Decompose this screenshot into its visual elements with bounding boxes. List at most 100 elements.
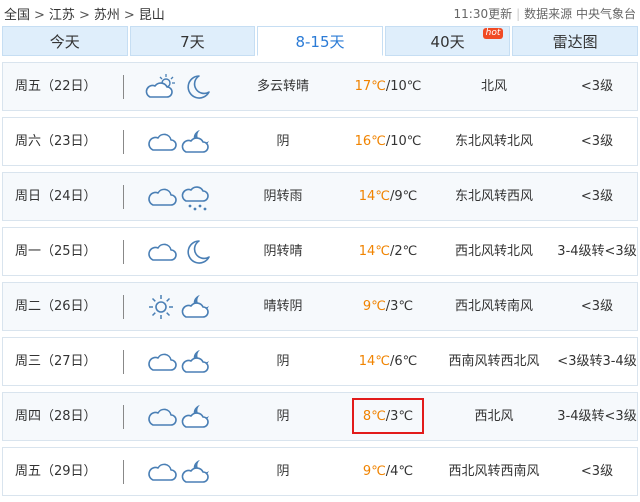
sun-icon [149, 295, 173, 319]
forecast-date: 周四（28日） [15, 409, 97, 424]
tab-40-days[interactable]: 40天 hot [384, 26, 511, 56]
row-divider [123, 460, 124, 484]
breadcrumb-separator: > [123, 8, 135, 23]
weather-icons [145, 238, 215, 266]
row-divider [123, 130, 124, 154]
row-divider [123, 350, 124, 374]
high-temp: 17℃ [354, 79, 386, 94]
wind-level: <3级 [580, 464, 614, 479]
wind-level: <3级 [580, 79, 614, 94]
forecast-row: 周二（26日） 晴转阴 9℃/3℃ 西北风转南风 <3级 [2, 282, 638, 331]
forecast-row: 周六（23日） 阴 16℃/10℃ 东北风转北风 <3级 [2, 117, 638, 166]
cloud-icon [148, 243, 177, 261]
top-bar: 全国 > 江苏 > 苏州 > 昆山 11:30更新 | 数据来源 中央气象台 [0, 0, 640, 26]
low-temp: /3℃ [385, 299, 414, 314]
weather-description: 阴 [276, 134, 290, 149]
forecast-date: 周五（29日） [15, 464, 97, 479]
cloud-icon [148, 463, 177, 481]
row-divider [123, 185, 124, 209]
breadcrumb-item-current: 昆山 [138, 8, 165, 23]
forecast-row: 周四（28日）阴 8℃/3℃ 西北风 3-4级转<3级 [2, 392, 638, 441]
weather-icons [145, 128, 215, 156]
moon-icon [187, 75, 210, 99]
weather-description: 阴 [276, 409, 290, 424]
wind-direction: 北风 [480, 79, 507, 94]
cloud-icon [148, 353, 177, 371]
forecast-row: 周一（25日） 阴转晴 14℃/2℃ 西北风转北风 3-4级转<3级 [2, 227, 638, 276]
row-divider [123, 295, 124, 319]
tab-label: 雷达图 [552, 33, 598, 51]
breadcrumb: 全国 > 江苏 > 苏州 > 昆山 [4, 4, 165, 23]
temperature: 17℃/10℃ [343, 63, 433, 110]
temperature: 9℃/4℃ [343, 448, 433, 495]
row-divider [123, 75, 124, 99]
low-temp: /10℃ [385, 79, 422, 94]
high-temp: 14℃ [358, 244, 390, 259]
weather-description: 阴转晴 [263, 244, 303, 259]
wind-level: 3-4级转<3级 [557, 409, 637, 424]
high-temp: 9℃ [362, 299, 386, 314]
wind-direction: 西南风转西北风 [448, 354, 540, 369]
tab-8-15-days[interactable]: 8-15天 [257, 26, 383, 56]
forecast-row: 周三（27日） 阴 14℃/6℃ 西南风转西北风 <3级转3-4级 [2, 337, 638, 386]
forecast-date: 周一（25日） [15, 244, 97, 259]
temperature: 16℃/10℃ [343, 118, 433, 165]
cloud-moon-icon [181, 130, 209, 153]
low-temp: /10℃ [385, 134, 422, 149]
temperature: 9℃/3℃ [343, 283, 433, 330]
cloud-sun-icon [145, 74, 175, 98]
cloud-icon [148, 408, 177, 426]
cloud-icon [148, 133, 177, 151]
data-source: 数据来源 中央气象台 [524, 7, 636, 21]
weather-icons [145, 458, 215, 486]
moon-icon [187, 240, 210, 264]
breadcrumb-separator: > [34, 8, 45, 23]
weather-description: 多云转晴 [256, 79, 309, 94]
wind-direction: 东北风转北风 [454, 134, 533, 149]
tab-today[interactable]: 今天 [2, 26, 128, 56]
wind-direction: 西北风 [474, 409, 514, 424]
temperature: 14℃/6℃ [343, 338, 433, 385]
low-temp: /9℃ [389, 189, 418, 204]
forecast-date: 周三（27日） [15, 354, 97, 369]
wind-direction: 东北风转西风 [454, 189, 533, 204]
high-temp: 14℃ [358, 354, 390, 369]
low-temp: /4℃ [385, 464, 414, 479]
forecast-row: 周日（24日） 阴转雨 14℃/9℃ 东北风转西风 <3级 [2, 172, 638, 221]
high-temp: 9℃ [362, 464, 386, 479]
update-time: 11:30更新 [453, 7, 513, 21]
high-temp: 16℃ [354, 134, 386, 149]
wind-direction: 西北风转南风 [454, 299, 533, 314]
low-temp: /6℃ [389, 354, 418, 369]
forecast-tabs: 今天 7天 8-15天 40天 hot 雷达图 [2, 26, 638, 56]
weather-description: 阴 [276, 354, 290, 369]
highlight-box [352, 398, 424, 434]
tab-label: 8-15天 [295, 33, 345, 51]
weather-description: 阴 [276, 464, 290, 479]
tab-label: 7天 [180, 33, 205, 51]
wind-level: <3级转3-4级 [557, 354, 637, 369]
cloud-moon-icon [181, 405, 209, 428]
temperature: 14℃/9℃ [343, 173, 433, 220]
breadcrumb-item-country[interactable]: 全国 [4, 8, 30, 23]
cloud-icon [148, 188, 177, 206]
meta-divider: | [516, 7, 521, 21]
breadcrumb-separator: > [78, 8, 90, 23]
cloud-rain-icon [181, 186, 209, 211]
breadcrumb-item-city[interactable]: 苏州 [94, 8, 120, 23]
row-divider [123, 240, 124, 264]
temperature: 14℃/2℃ [343, 228, 433, 275]
tab-label: 40天 [430, 33, 465, 51]
breadcrumb-item-province[interactable]: 江苏 [49, 8, 75, 23]
weather-icons [145, 403, 215, 431]
weather-icons [145, 348, 215, 376]
wind-direction: 西北风转西南风 [448, 464, 540, 479]
tab-radar[interactable]: 雷达图 [512, 26, 638, 56]
wind-direction: 西北风转北风 [454, 244, 533, 259]
weather-icons [145, 183, 215, 211]
tab-7-days[interactable]: 7天 [129, 26, 256, 56]
high-temp: 14℃ [358, 189, 390, 204]
update-info: 11:30更新 | 数据来源 中央气象台 [454, 5, 636, 22]
wind-level: <3级 [580, 189, 614, 204]
forecast-date: 周六（23日） [15, 134, 97, 149]
